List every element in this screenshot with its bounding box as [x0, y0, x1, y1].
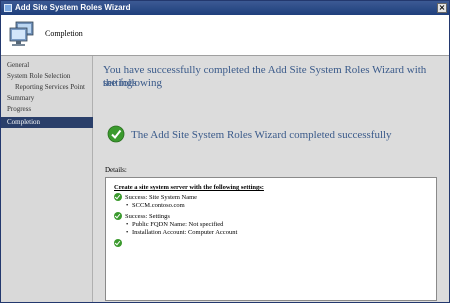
success-message: The Add Site System Roles Wizard complet… — [131, 129, 392, 141]
nav-item-reporting-services-point[interactable]: Reporting Services Point — [1, 82, 106, 93]
success-check-icon — [107, 125, 125, 143]
details-group-title: Success: Site System Name — [125, 194, 198, 201]
nav-item-completion[interactable]: Completion — [1, 117, 98, 128]
window-app-icon — [4, 4, 12, 12]
details-item: SCCM.contoso.com — [126, 202, 185, 210]
page-title: Completion — [45, 29, 83, 38]
details-item: Public FQDN Name: Not specified — [126, 221, 223, 229]
computer-monitors-icon — [9, 21, 34, 46]
window-title: Add Site System Roles Wizard — [15, 3, 131, 12]
nav-item-progress[interactable]: Progress — [1, 104, 98, 115]
completion-heading-line2: settings — [103, 77, 137, 89]
details-header: Create a site system server with the fol… — [114, 184, 264, 191]
nav-item-general[interactable]: General — [1, 60, 98, 71]
details-box[interactable]: Create a site system server with the fol… — [105, 177, 437, 301]
details-item: Installation Account: Computer Account — [126, 229, 237, 237]
details-label: Details: — [105, 166, 127, 174]
details-group-title: Success: Settings — [125, 213, 170, 220]
wizard-header: Completion — [1, 15, 449, 56]
close-button[interactable]: × — [437, 3, 447, 13]
wizard-navigation: General System Role Selection Reporting … — [1, 56, 98, 302]
success-check-icon — [114, 239, 122, 247]
nav-item-summary[interactable]: Summary — [1, 93, 98, 104]
success-check-icon — [114, 212, 122, 220]
success-check-icon — [114, 193, 122, 201]
success-banner: The Add Site System Roles Wizard complet… — [103, 125, 433, 143]
wizard-content: You have successfully completed the Add … — [93, 56, 449, 302]
title-bar[interactable]: Add Site System Roles Wizard × — [1, 1, 449, 15]
wizard-window: Add Site System Roles Wizard × Completio… — [0, 0, 450, 303]
nav-item-system-role-selection[interactable]: System Role Selection — [1, 71, 98, 82]
